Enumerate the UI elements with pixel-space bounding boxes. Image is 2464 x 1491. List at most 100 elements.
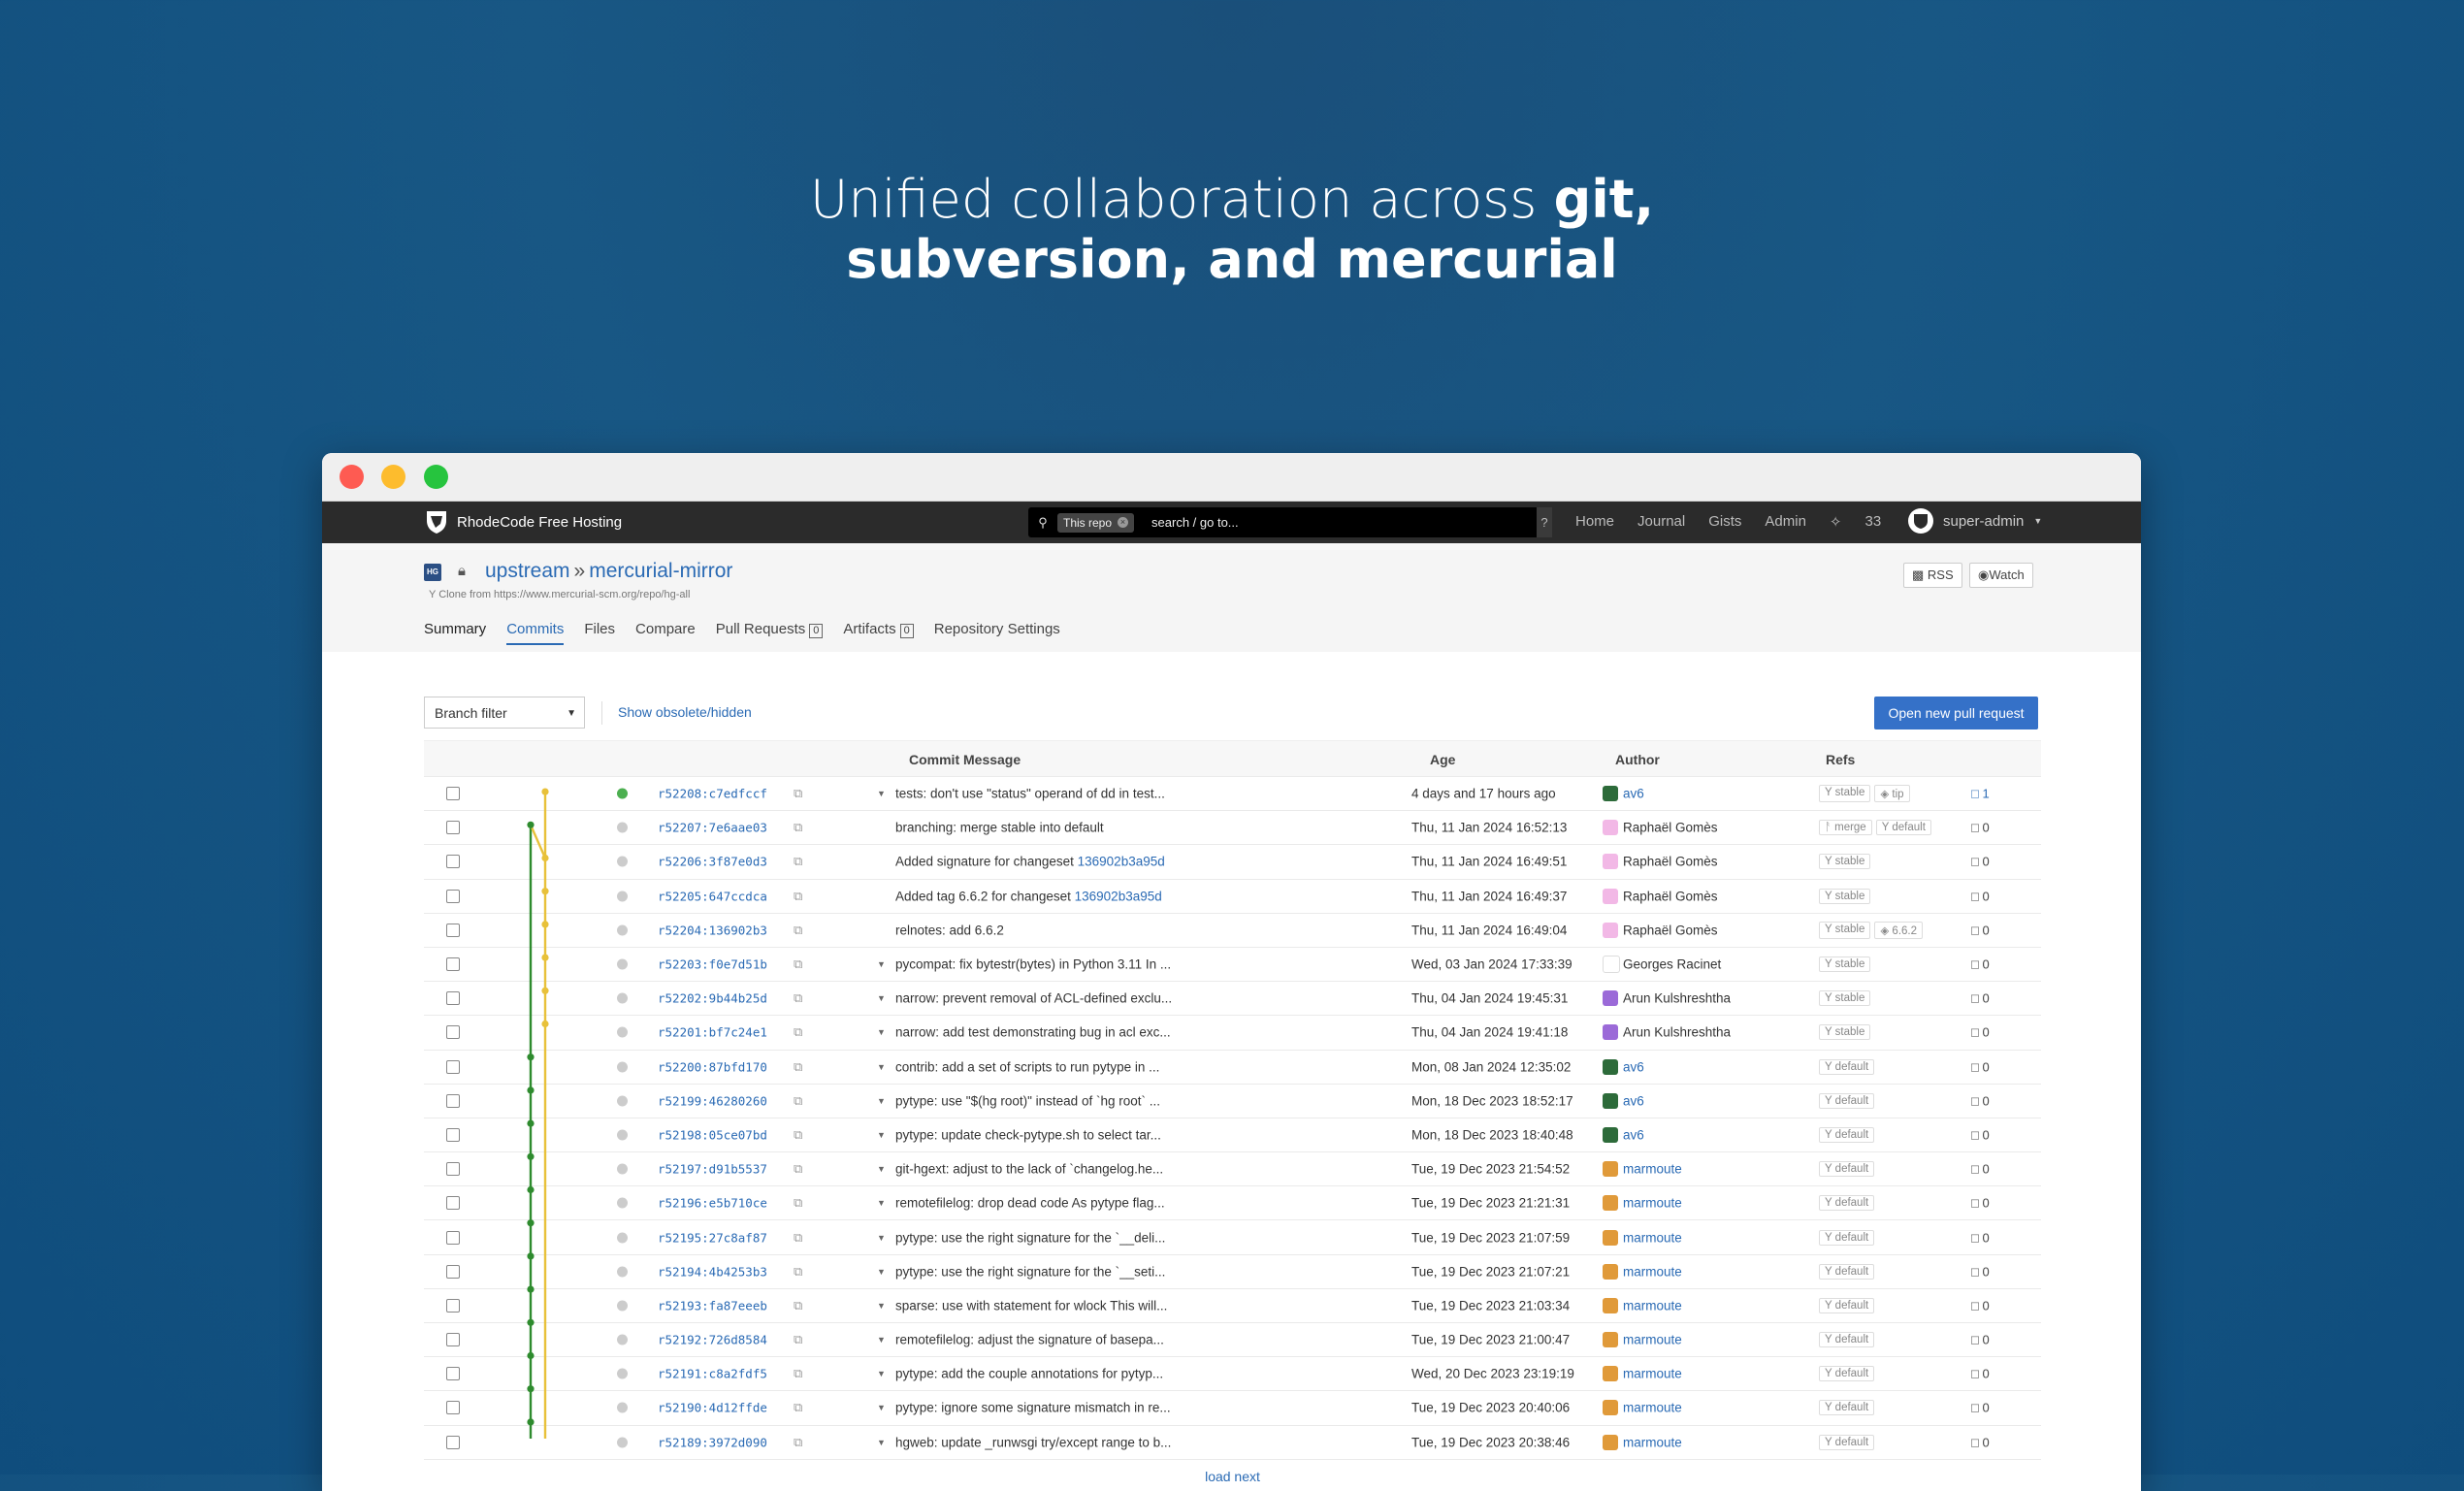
commit-node[interactable] <box>527 1185 535 1194</box>
table-row[interactable]: r52193:fa87eeeb ⧉ ▼ sparse: use with statem… <box>424 1287 2041 1322</box>
repo-owner-link[interactable]: upstream <box>485 560 570 582</box>
comments-count[interactable]: □ 0 <box>1971 855 1990 869</box>
table-row[interactable]: r52198:05ce07bd ⧉ ▼ pytype: update check-py… <box>424 1117 2041 1151</box>
search-scope-badge[interactable]: This repo × <box>1057 512 1135 533</box>
comments-count[interactable]: □ 0 <box>1971 1333 1990 1347</box>
brand-link[interactable]: RhodeCode Free Hosting <box>424 508 622 535</box>
expand-message-icon[interactable]: ▼ <box>877 1301 886 1311</box>
commit-hash-link[interactable]: r52192:726d8584 <box>658 1333 767 1347</box>
author-name[interactable]: marmoute <box>1623 1196 1682 1211</box>
copy-icon[interactable]: ⧉ <box>794 786 802 801</box>
ref-badge[interactable]: Y default <box>1819 1126 1875 1143</box>
author-name[interactable]: av6 <box>1623 1059 1644 1074</box>
comments-count[interactable]: □ 0 <box>1971 1093 1990 1108</box>
comments-count[interactable]: □ 0 <box>1971 1162 1990 1177</box>
copy-icon[interactable]: ⧉ <box>794 854 802 869</box>
commit-hash-link[interactable]: r52199:46280260 <box>658 1093 767 1108</box>
commit-hash-link[interactable]: r52197:d91b5537 <box>658 1162 767 1177</box>
ref-badge[interactable]: Y default <box>1819 1263 1875 1280</box>
table-row[interactable]: r52202:9b44b25d ⧉ ▼ narrow: prevent removal… <box>424 981 2041 1015</box>
commit-node[interactable] <box>541 854 549 862</box>
ref-badge[interactable]: Y default <box>1819 1434 1875 1450</box>
comments-count[interactable]: □ 0 <box>1971 1401 1990 1415</box>
commit-hash-link[interactable]: r52200:87bfd170 <box>658 1059 767 1074</box>
comments-count[interactable]: □ 1 <box>1971 787 1990 801</box>
close-window-button[interactable] <box>340 465 364 489</box>
ref-badge[interactable]: Y stable <box>1819 888 1871 904</box>
minimize-window-button[interactable] <box>381 465 405 489</box>
expand-message-icon[interactable]: ▼ <box>877 1335 886 1345</box>
author-name[interactable]: av6 <box>1623 1127 1644 1142</box>
commit-message[interactable]: remotefilelog: adjust the signature of b… <box>895 1333 1164 1347</box>
table-row[interactable]: r52206:3f87e0d3 ⧉ Added signature for chan… <box>424 844 2041 878</box>
nav-gists[interactable]: Gists <box>1708 513 1741 531</box>
ref-badge[interactable]: Y default <box>1819 1195 1875 1212</box>
ref-badge[interactable]: Y default <box>1819 1332 1875 1348</box>
comments-count[interactable]: □ 0 <box>1971 1059 1990 1074</box>
commit-hash-link[interactable]: r52203:f0e7d51b <box>658 957 767 972</box>
comments-count[interactable]: □ 0 <box>1971 991 1990 1006</box>
commit-message[interactable]: branching: merge stable into default <box>895 821 1104 835</box>
copy-icon[interactable]: ⧉ <box>794 956 802 972</box>
table-row[interactable]: r52199:46280260 ⧉ ▼ pytype: use "$(hg root)… <box>424 1083 2041 1118</box>
expand-message-icon[interactable]: ▼ <box>877 959 886 969</box>
commit-hash-link[interactable]: r52208:c7edfccf <box>658 787 767 801</box>
commit-node[interactable] <box>527 1385 535 1393</box>
comments-count[interactable]: □ 0 <box>1971 1367 1990 1381</box>
commit-node[interactable] <box>527 1418 535 1426</box>
ref-badge[interactable]: ◈ tip <box>1874 785 1910 803</box>
comments-count[interactable]: □ 0 <box>1971 957 1990 972</box>
copy-icon[interactable]: ⧉ <box>794 1400 802 1415</box>
table-row[interactable]: r52196:e5b710ce ⧉ ▼ remotefilelog: drop dea… <box>424 1185 2041 1219</box>
search-bar[interactable]: ⚲ This repo × search / go to... ? <box>1028 507 1552 537</box>
copy-icon[interactable]: ⧉ <box>794 1366 802 1381</box>
commit-message[interactable]: contrib: add a set of scripts to run pyt… <box>895 1059 1159 1074</box>
copy-icon[interactable]: ⧉ <box>794 1264 802 1280</box>
commit-hash-link[interactable]: r52205:647ccdca <box>658 889 767 903</box>
search-help-button[interactable]: ? <box>1537 507 1552 537</box>
commit-message[interactable]: pytype: use the right signature for the … <box>895 1264 1165 1279</box>
expand-message-icon[interactable]: ▼ <box>877 1403 886 1412</box>
comments-count[interactable]: □ 0 <box>1971 1264 1990 1279</box>
tab-commits[interactable]: Commits <box>506 621 565 645</box>
ref-badge[interactable]: ᚨ merge <box>1819 820 1872 836</box>
table-row[interactable]: r52205:647ccdca ⧉ Added tag 6.6.2 for chan… <box>424 878 2041 913</box>
commit-hash-link[interactable]: r52206:3f87e0d3 <box>658 855 767 869</box>
expand-message-icon[interactable]: ▼ <box>877 789 886 798</box>
commit-hash-link[interactable]: r52193:fa87eeeb <box>658 1298 767 1313</box>
author-name[interactable]: marmoute <box>1623 1264 1682 1279</box>
author-name[interactable]: marmoute <box>1623 1162 1682 1177</box>
commit-message[interactable]: narrow: prevent removal of ACL-defined e… <box>895 991 1172 1006</box>
table-row[interactable]: r52197:d91b5537 ⧉ ▼ git-hgext: adjust to th… <box>424 1151 2041 1185</box>
changeset-link[interactable]: 136902b3a95d <box>1078 855 1165 869</box>
ref-badge[interactable]: Y default <box>1819 1400 1875 1416</box>
rss-button[interactable]: ▩ RSS <box>1903 563 1962 588</box>
commit-message[interactable]: pytype: ignore some signature mismatch i… <box>895 1401 1171 1415</box>
comments-count[interactable]: □ 0 <box>1971 1435 1990 1449</box>
commit-node[interactable] <box>527 1152 535 1160</box>
table-row[interactable]: r52203:f0e7d51b ⧉ ▼ pycompat: fix bytestr(b… <box>424 946 2041 981</box>
tab-summary[interactable]: Summary <box>424 621 486 645</box>
author-name[interactable]: marmoute <box>1623 1298 1682 1313</box>
commit-hash-link[interactable]: r52201:bf7c24e1 <box>658 1025 767 1040</box>
table-row[interactable]: r52189:3972d090 ⧉ ▼ hgweb: update _runwsgi … <box>424 1424 2041 1459</box>
table-row[interactable]: r52195:27c8af87 ⧉ ▼ pytype: use the right s… <box>424 1219 2041 1253</box>
ref-badge[interactable]: Y stable <box>1819 1024 1871 1041</box>
ref-badge[interactable]: Y stable <box>1819 785 1871 803</box>
expand-message-icon[interactable]: ▼ <box>877 1369 886 1378</box>
commit-hash-link[interactable]: r52191:c8a2fdf5 <box>658 1367 767 1381</box>
table-row[interactable]: r52204:136902b3 ⧉ relnotes: add 6.6.2 Thu, … <box>424 912 2041 947</box>
commit-node[interactable] <box>541 987 549 994</box>
author-name[interactable]: marmoute <box>1623 1367 1682 1381</box>
copy-icon[interactable]: ⧉ <box>794 1024 802 1040</box>
commit-node[interactable] <box>527 1086 535 1094</box>
expand-message-icon[interactable]: ▼ <box>877 1130 886 1140</box>
commit-message[interactable]: Added signature for changeset 136902b3a9… <box>895 855 1165 869</box>
table-row[interactable]: r52194:4b4253b3 ⧉ ▼ pytype: use the right s… <box>424 1253 2041 1288</box>
ref-badge[interactable]: Y default <box>1819 1297 1875 1313</box>
copy-icon[interactable]: ⧉ <box>794 820 802 835</box>
copy-icon[interactable]: ⧉ <box>794 1230 802 1246</box>
expand-message-icon[interactable]: ▼ <box>877 1267 886 1277</box>
commit-node[interactable] <box>541 954 549 961</box>
commit-hash-link[interactable]: r52194:4b4253b3 <box>658 1264 767 1279</box>
